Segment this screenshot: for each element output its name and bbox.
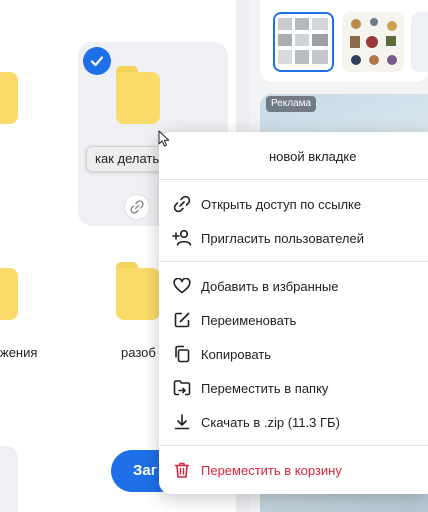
- menu-item-add-favorites[interactable]: Добавить в избранные: [159, 269, 428, 303]
- menu-divider: [159, 179, 428, 180]
- menu-item-open-new-tab[interactable]: новой вкладке: [159, 139, 428, 173]
- menu-item-label: Переместить в папку: [201, 380, 329, 396]
- download-icon: [172, 412, 192, 432]
- share-link-icon[interactable]: [124, 194, 150, 220]
- bottom-card: [0, 446, 18, 512]
- photo-thumbnail[interactable]: [411, 12, 428, 72]
- menu-item-download-zip[interactable]: Скачать в .zip (11.3 ГБ): [159, 405, 428, 439]
- menu-item-label: Копировать: [201, 346, 271, 362]
- ad-label: Реклама: [266, 96, 317, 112]
- menu-divider: [159, 445, 428, 446]
- menu-item-label: новой вкладке: [269, 148, 357, 164]
- context-menu: новой вкладке Открыть доступ по ссылке П…: [159, 132, 428, 494]
- folder-name[interactable]: разоб: [121, 345, 156, 360]
- folder-icon[interactable]: [116, 66, 160, 124]
- trash-icon: [172, 460, 192, 480]
- folder-icon[interactable]: [0, 66, 18, 124]
- menu-item-label: Добавить в избранные: [201, 278, 339, 294]
- folder-icon[interactable]: [0, 262, 18, 320]
- menu-item-rename[interactable]: Переименовать: [159, 303, 428, 337]
- add-user-icon: [172, 228, 192, 248]
- link-icon: [172, 194, 192, 214]
- photo-thumbnail[interactable]: [342, 12, 404, 72]
- menu-item-label: Скачать в .zip (11.3 ГБ): [201, 414, 340, 430]
- menu-item-label: Переименовать: [201, 312, 297, 328]
- menu-item-label: Пригласить пользователей: [201, 230, 364, 246]
- menu-item-label: Переместить в корзину: [201, 462, 342, 478]
- edit-icon: [172, 310, 192, 330]
- menu-item-move-to-trash[interactable]: Переместить в корзину: [159, 453, 428, 487]
- menu-item-move-to-folder[interactable]: Переместить в папку: [159, 371, 428, 405]
- selected-check-icon[interactable]: [83, 47, 111, 75]
- menu-item-label: Открыть доступ по ссылке: [201, 196, 362, 212]
- menu-item-copy[interactable]: Копировать: [159, 337, 428, 371]
- menu-item-share-link[interactable]: Открыть доступ по ссылке: [159, 187, 428, 221]
- mouse-cursor-icon: [158, 130, 170, 147]
- heart-icon: [172, 276, 192, 296]
- folder-icon[interactable]: [116, 262, 160, 320]
- menu-divider: [159, 261, 428, 262]
- copy-icon: [172, 344, 192, 364]
- photo-thumbnail[interactable]: [273, 12, 334, 72]
- move-to-folder-icon: [172, 378, 192, 398]
- menu-item-invite-users[interactable]: Пригласить пользователей: [159, 221, 428, 255]
- folder-name[interactable]: жения: [0, 345, 37, 360]
